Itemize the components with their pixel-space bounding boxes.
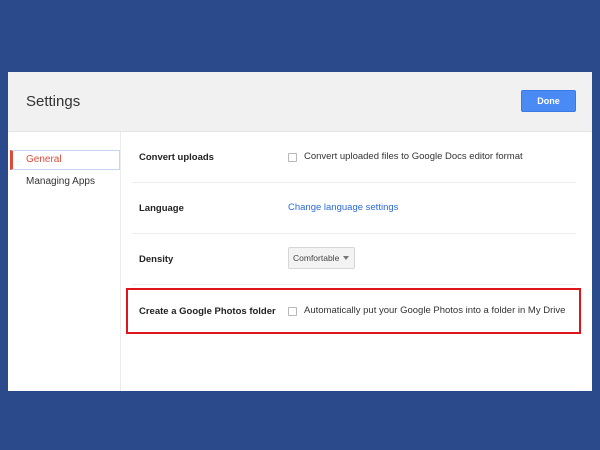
language-row: Language Change language settings [132,183,576,234]
page-title: Settings [26,93,81,110]
convert-uploads-label: Convert uploads [139,152,214,163]
settings-header: Settings Done [8,72,592,132]
density-label: Density [139,254,174,265]
convert-uploads-option-text: Convert uploaded files to Google Docs ed… [304,151,523,162]
language-label: Language [139,203,184,214]
done-button[interactable]: Done [521,90,576,112]
sidebar-item-general[interactable]: General [10,150,120,170]
settings-sidebar: General Managing Apps [8,132,121,391]
density-select[interactable]: Comfortable [288,247,355,269]
settings-window: Settings Done General Managing Apps Conv… [8,72,592,391]
chevron-down-icon [343,256,349,260]
highlight-box [126,288,581,334]
settings-content: Convert uploads Convert uploaded files t… [120,132,592,391]
convert-uploads-row: Convert uploads Convert uploaded files t… [132,132,576,183]
sidebar-item-managing-apps[interactable]: Managing Apps [10,172,120,192]
density-row: Density Comfortable [132,234,576,285]
density-select-value: Comfortable [293,253,340,263]
change-language-link[interactable]: Change language settings [288,202,398,213]
convert-uploads-checkbox[interactable] [288,153,297,162]
